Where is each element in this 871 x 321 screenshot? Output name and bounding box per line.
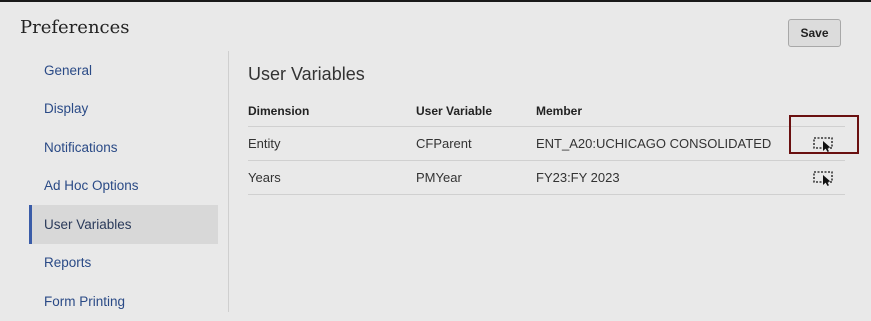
member-selector-icon[interactable] — [813, 136, 835, 152]
top-border — [0, 0, 871, 2]
cell-user-variable: CFParent — [416, 136, 472, 151]
sidebar-item-form-printing[interactable]: Form Printing — [29, 282, 218, 321]
cell-dimension: Years — [248, 170, 281, 185]
table-row: Entity CFParent ENT_A20:UCHICAGO CONSOLI… — [248, 127, 845, 161]
sidebar-item-ad-hoc-options[interactable]: Ad Hoc Options — [29, 167, 218, 206]
cell-member: ENT_A20:UCHICAGO CONSOLIDATED — [536, 136, 772, 151]
table-row: Years PMYear FY23:FY 2023 — [248, 161, 845, 195]
cell-dimension: Entity — [248, 136, 281, 151]
cell-user-variable: PMYear — [416, 170, 462, 185]
member-selector-button[interactable] — [813, 127, 835, 160]
user-variables-table: Dimension User Variable Member Entity CF… — [248, 96, 845, 195]
column-header-user-variable: User Variable — [416, 104, 493, 118]
column-header-dimension: Dimension — [248, 104, 310, 118]
member-selector-icon[interactable] — [813, 170, 835, 186]
table-header: Dimension User Variable Member — [248, 96, 845, 127]
sidebar-divider — [228, 51, 229, 312]
column-header-member: Member — [536, 104, 583, 118]
sidebar-item-general[interactable]: General — [29, 51, 218, 90]
sidebar-item-display[interactable]: Display — [29, 90, 218, 129]
section-title: User Variables — [248, 64, 365, 84]
sidebar-item-notifications[interactable]: Notifications — [29, 128, 218, 167]
sidebar: General Display Notifications Ad Hoc Opt… — [29, 51, 218, 321]
sidebar-item-reports[interactable]: Reports — [29, 244, 218, 283]
cell-member: FY23:FY 2023 — [536, 170, 620, 185]
sidebar-item-user-variables[interactable]: User Variables — [29, 205, 218, 244]
page-title: Preferences — [20, 17, 130, 38]
member-selector-button[interactable] — [813, 161, 835, 194]
save-button[interactable]: Save — [788, 19, 841, 47]
